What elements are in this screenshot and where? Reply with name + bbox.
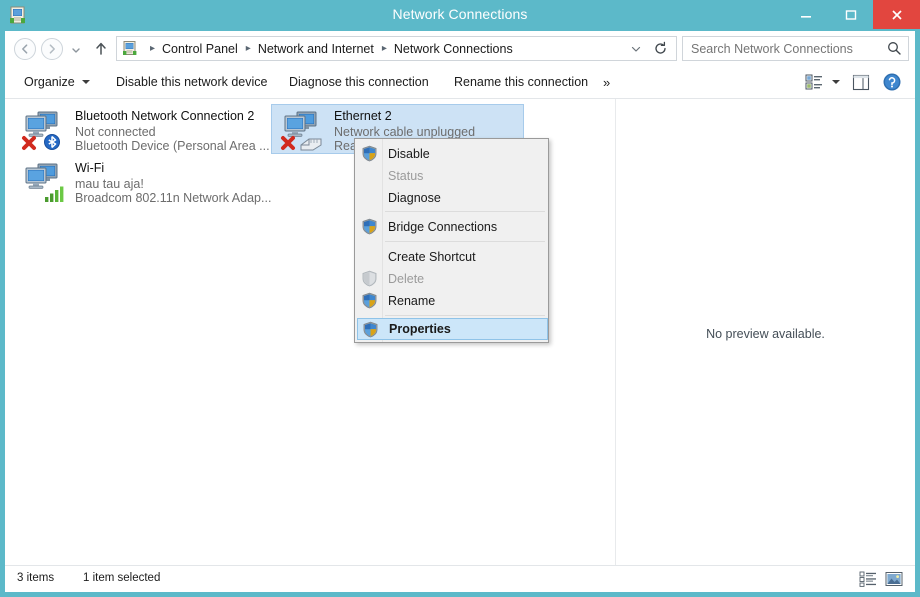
breadcrumb-separator: ▸: [150, 42, 156, 54]
context-menu-item-bridge-connections[interactable]: Bridge Connections: [357, 216, 548, 238]
explorer-window: Network Connections ▸ Control Panel ▸ Ne…: [0, 0, 920, 597]
network-adapter-icon: [21, 161, 67, 203]
context-menu-item-label: Create Shortcut: [388, 250, 476, 264]
large-icons-view-icon: [885, 572, 903, 586]
ethernet-cable-badge-icon: [300, 138, 322, 151]
context-menu-item-label: Delete: [388, 272, 425, 286]
context-menu-item-delete[interactable]: Delete: [357, 268, 548, 290]
uac-shield-icon: [361, 292, 378, 309]
diagnose-connection-button[interactable]: Diagnose this connection: [283, 66, 435, 98]
connection-status: Network cable unplugged: [334, 125, 476, 139]
command-toolbar: Organize Disable this network device Dia…: [5, 66, 915, 99]
context-menu-item-label: Diagnose: [388, 191, 441, 205]
details-view-icon: [859, 571, 876, 587]
help-button[interactable]: [882, 72, 902, 92]
uac-shield-icon: [362, 321, 379, 338]
connection-status: mau tau aja!: [75, 177, 144, 191]
preview-pane: No preview available.: [616, 99, 915, 565]
rename-connection-button[interactable]: Rename this connection: [448, 66, 594, 98]
refresh-icon[interactable]: [649, 37, 671, 60]
organize-label: Organize: [24, 75, 75, 89]
recent-locations-button[interactable]: [69, 43, 83, 55]
change-view-icon: [805, 74, 822, 90]
breadcrumb-item-network-connections[interactable]: Network Connections: [393, 42, 514, 56]
connection-device: Broadcom 802.11n Network Adap...: [75, 191, 272, 205]
context-menu-item-label: Properties: [389, 322, 451, 336]
connection-device: Bluetooth Device (Personal Area ...: [75, 139, 270, 153]
back-button[interactable]: [14, 38, 36, 60]
window-title: Network Connections: [392, 6, 528, 22]
context-menu-item-status[interactable]: Status: [357, 165, 548, 187]
wifi-signal-badge-icon: [45, 186, 64, 202]
disable-network-device-button[interactable]: Disable this network device: [110, 66, 273, 98]
connection-name: Bluetooth Network Connection 2: [75, 109, 255, 123]
status-item-count: 3 items: [17, 572, 55, 584]
search-input[interactable]: [691, 37, 881, 60]
breadcrumb-separator: ▸: [381, 42, 387, 54]
change-view-button[interactable]: [804, 71, 840, 93]
help-icon: [883, 73, 901, 91]
control-panel-icon: [122, 40, 139, 57]
search-box[interactable]: [682, 36, 909, 61]
preview-pane-icon: [852, 74, 870, 90]
address-bar[interactable]: ▸ Control Panel ▸ Network and Internet ▸…: [116, 36, 677, 61]
navigation-bar: ▸ Control Panel ▸ Network and Internet ▸…: [5, 31, 915, 66]
connection-status: Not connected: [75, 125, 156, 139]
context-menu-item-label: Rename: [388, 294, 436, 308]
context-menu-separator: [385, 241, 545, 242]
context-menu-item-disable[interactable]: Disable: [357, 143, 548, 165]
connection-name: Wi-Fi: [75, 161, 105, 175]
status-selection: 1 item selected: [83, 572, 161, 584]
context-menu-separator: [385, 211, 545, 212]
minimize-button[interactable]: [783, 0, 828, 29]
context-menu[interactable]: Disable Status Diagnose Bridge Connectio…: [354, 138, 549, 343]
preview-pane-button[interactable]: [850, 71, 872, 93]
network-adapter-icon: [280, 109, 326, 151]
breadcrumb: ▸ Control Panel ▸ Network and Internet ▸…: [143, 37, 514, 60]
organize-button[interactable]: Organize: [18, 66, 96, 98]
list-item[interactable]: Wi-Fi mau tau aja! Broadcom 802.11n Netw…: [13, 157, 271, 207]
context-menu-item-label: Status: [388, 169, 424, 183]
breadcrumb-separator: ▸: [245, 42, 251, 54]
chevron-down-icon: [81, 80, 90, 84]
preview-message: No preview available.: [706, 327, 825, 341]
network-adapter-icon: [21, 109, 67, 151]
bluetooth-badge-icon: [44, 134, 60, 150]
breadcrumb-item-control-panel[interactable]: Control Panel: [161, 42, 239, 56]
uac-shield-disabled-icon: [361, 270, 378, 287]
forward-button[interactable]: [41, 38, 63, 60]
context-menu-item-label: Disable: [388, 147, 430, 161]
context-menu-item-label: Bridge Connections: [388, 220, 498, 234]
chevron-down-icon: [832, 80, 840, 84]
context-menu-separator: [385, 315, 545, 316]
title-bar: Network Connections: [0, 0, 920, 31]
context-menu-item-diagnose[interactable]: Diagnose: [357, 187, 548, 209]
large-icons-view-button[interactable]: [885, 571, 903, 587]
details-view-button[interactable]: [859, 571, 877, 587]
window-bottom-border: [0, 592, 920, 597]
context-menu-item-properties[interactable]: Properties: [357, 318, 548, 340]
toolbar-overflow-button[interactable]: »: [597, 66, 616, 98]
breadcrumb-item-network-and-internet[interactable]: Network and Internet: [257, 42, 375, 56]
connection-name: Ethernet 2: [334, 109, 392, 123]
uac-shield-icon: [361, 218, 378, 235]
context-menu-item-rename[interactable]: Rename: [357, 290, 548, 312]
list-item[interactable]: Bluetooth Network Connection 2 Not conne…: [13, 105, 270, 155]
uac-shield-icon: [361, 145, 378, 162]
context-menu-item-create-shortcut[interactable]: Create Shortcut: [357, 246, 548, 268]
close-button[interactable]: [873, 0, 920, 29]
chevron-down-icon[interactable]: [626, 37, 646, 60]
status-bar: 3 items 1 item selected: [5, 565, 915, 592]
up-button[interactable]: [91, 39, 111, 59]
search-icon[interactable]: [886, 40, 903, 57]
maximize-button[interactable]: [828, 0, 873, 29]
